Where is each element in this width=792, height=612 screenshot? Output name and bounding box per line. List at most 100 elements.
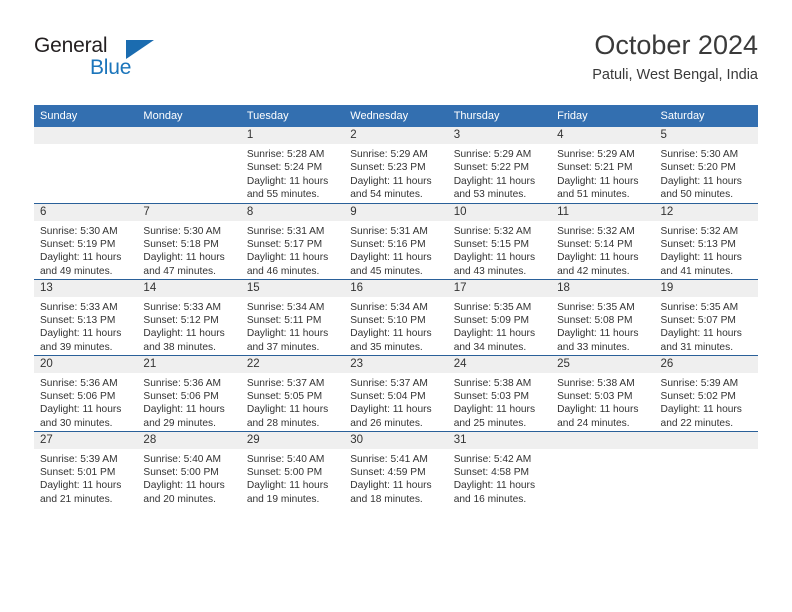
daylight-text-line2: and 50 minutes.	[660, 189, 734, 201]
day-cell-details: Sunrise: 5:42 AM Sunset: 4:58 PM Daylight:…	[448, 449, 551, 507]
daylight-text-line1: Daylight: 11 hours	[350, 480, 432, 492]
calendar-day-cell[interactable]: 12 Sunrise: 5:32 AM Sunset: 5:13 PM Dayligh…	[654, 202, 758, 279]
calendar-day-cell[interactable]: 9 Sunrise: 5:31 AM Sunset: 5:16 PM Daylight…	[344, 202, 448, 279]
daylight-text-line2: and 22 minutes.	[660, 417, 734, 429]
sunrise-text: Sunrise: 5:37 AM	[350, 377, 428, 389]
day-number: 20	[34, 355, 138, 373]
calendar-day-cell[interactable]: 20 Sunrise: 5:36 AM Sunset: 5:06 PM Dayligh…	[34, 354, 138, 431]
calendar-day-cell[interactable]: 18 Sunrise: 5:35 AM Sunset: 5:08 PM Dayligh…	[551, 278, 655, 355]
day-cell-inner: 22 Sunrise: 5:37 AM Sunset: 5:05 PM Dayligh…	[240, 355, 345, 431]
calendar-day-cell[interactable]: 30 Sunrise: 5:41 AM Sunset: 4:59 PM Dayligh…	[344, 430, 448, 507]
sunrise-text: Sunrise: 5:29 AM	[350, 149, 428, 160]
calendar-day-cell[interactable]: 27 Sunrise: 5:39 AM Sunset: 5:01 PM Dayligh…	[34, 430, 138, 507]
daylight-text-line1: Daylight: 11 hours	[246, 480, 329, 492]
calendar-day-cell[interactable]: 2 Sunrise: 5:29 AM Sunset: 5:23 PM Daylight…	[344, 127, 448, 203]
daylight-text-line1: Daylight: 11 hours	[453, 480, 536, 492]
calendar-day-cell[interactable]: 10 Sunrise: 5:32 AM Sunset: 5:15 PM Dayligh…	[447, 202, 552, 279]
sunset-text: Sunset: 5:04 PM	[350, 390, 426, 402]
day-cell-inner	[137, 127, 241, 203]
daylight-text-line2: and 24 minutes.	[557, 417, 630, 429]
daylight-text-line1: Daylight: 11 hours	[453, 252, 536, 264]
sunrise-text: Sunrise: 5:37 AM	[246, 377, 325, 389]
calendar-day-cell[interactable]: 13 Sunrise: 5:33 AM Sunset: 5:13 PM Dayligh…	[34, 278, 138, 355]
brand-logo[interactable]: General Blue	[34, 34, 164, 88]
calendar-day-cell[interactable]: 23 Sunrise: 5:37 AM Sunset: 5:04 PM Dayligh…	[344, 354, 448, 431]
day-cell-inner: 5 Sunrise: 5:30 AM Sunset: 5:20 PM Daylight…	[654, 127, 758, 203]
day-number: 6	[34, 203, 138, 221]
sunset-text: Sunset: 4:59 PM	[350, 466, 426, 478]
calendar-day-cell[interactable]: 8 Sunrise: 5:31 AM Sunset: 5:17 PM Daylight…	[240, 202, 345, 279]
calendar-day-cell[interactable]: 16 Sunrise: 5:34 AM Sunset: 5:10 PM Dayligh…	[344, 278, 448, 355]
day-cell-details: Sunrise: 5:34 AM Sunset: 5:11 PM Daylight:…	[241, 297, 344, 355]
daylight-text-line2: and 53 minutes.	[453, 189, 527, 201]
day-cell-inner: 15 Sunrise: 5:34 AM Sunset: 5:11 PM Dayligh…	[240, 279, 345, 355]
daylight-text-line1: Daylight: 11 hours	[557, 328, 639, 340]
daylight-text-line2: and 29 minutes.	[143, 417, 216, 429]
weekday-header-friday: Friday	[551, 105, 655, 127]
calendar-day-cell[interactable]: 25 Sunrise: 5:38 AM Sunset: 5:03 PM Dayligh…	[551, 354, 655, 431]
day-cell-details: Sunrise: 5:41 AM Sunset: 4:59 PM Daylight:…	[344, 449, 447, 507]
daylight-text-line1: Daylight: 11 hours	[453, 175, 536, 187]
daylight-text-line2: and 19 minutes.	[246, 493, 320, 505]
calendar-day-cell[interactable]: 17 Sunrise: 5:35 AM Sunset: 5:09 PM Dayligh…	[447, 278, 552, 355]
calendar-week-row: 20 Sunrise: 5:36 AM Sunset: 5:06 PM Dayligh…	[34, 354, 758, 431]
day-number: 9	[344, 203, 448, 221]
sunrise-text: Sunrise: 5:29 AM	[557, 149, 635, 160]
day-cell-inner: 12 Sunrise: 5:32 AM Sunset: 5:13 PM Dayligh…	[654, 203, 758, 279]
calendar-day-cell[interactable]: 15 Sunrise: 5:34 AM Sunset: 5:11 PM Dayligh…	[240, 278, 345, 355]
day-number: 27	[34, 431, 138, 449]
day-number: 2	[344, 127, 448, 144]
sunset-text: Sunset: 5:05 PM	[246, 390, 323, 402]
day-number: 23	[344, 355, 448, 373]
day-number: 28	[137, 431, 241, 449]
page-header: General Blue October 2024 Patuli, West B…	[34, 28, 758, 100]
daylight-text-line2: and 25 minutes.	[453, 417, 527, 429]
day-number: 21	[137, 355, 241, 373]
calendar-day-cell[interactable]: 11 Sunrise: 5:32 AM Sunset: 5:14 PM Dayligh…	[551, 202, 655, 279]
day-number: 22	[240, 355, 345, 373]
weekday-header-tuesday: Tuesday	[240, 105, 345, 127]
day-cell-inner: 20 Sunrise: 5:36 AM Sunset: 5:06 PM Dayligh…	[34, 355, 138, 431]
day-cell-details: Sunrise: 5:33 AM Sunset: 5:12 PM Daylight:…	[137, 297, 240, 355]
daylight-text-line2: and 28 minutes.	[246, 417, 320, 429]
weekday-header-thursday: Thursday	[447, 105, 552, 127]
daylight-text-line2: and 37 minutes.	[246, 341, 320, 353]
calendar-day-cell[interactable]: 3 Sunrise: 5:29 AM Sunset: 5:22 PM Daylight…	[447, 127, 552, 203]
calendar-day-cell[interactable]: 28 Sunrise: 5:40 AM Sunset: 5:00 PM Dayligh…	[137, 430, 241, 507]
sunrise-text: Sunrise: 5:40 AM	[143, 453, 222, 465]
calendar-header-row: Sunday Monday Tuesday Wednesday Thursday…	[34, 105, 758, 127]
calendar-day-cell[interactable]: 21 Sunrise: 5:36 AM Sunset: 5:06 PM Dayligh…	[137, 354, 241, 431]
day-cell-details: Sunrise: 5:32 AM Sunset: 5:15 PM Daylight:…	[448, 221, 551, 279]
sunset-text: Sunset: 5:15 PM	[453, 238, 530, 250]
sunset-text: Sunset: 5:02 PM	[660, 390, 736, 402]
calendar-day-cell[interactable]: 31 Sunrise: 5:42 AM Sunset: 4:58 PM Dayligh…	[447, 430, 552, 507]
calendar-day-cell[interactable]: 24 Sunrise: 5:38 AM Sunset: 5:03 PM Dayligh…	[447, 354, 552, 431]
calendar-day-cell[interactable]: 22 Sunrise: 5:37 AM Sunset: 5:05 PM Dayligh…	[240, 354, 345, 431]
day-cell-details: Sunrise: 5:37 AM Sunset: 5:04 PM Daylight:…	[344, 373, 447, 431]
sunset-text: Sunset: 5:11 PM	[246, 314, 322, 326]
daylight-text-line2: and 45 minutes.	[350, 265, 423, 277]
sunrise-text: Sunrise: 5:32 AM	[557, 225, 635, 237]
calendar-day-cell[interactable]: 14 Sunrise: 5:33 AM Sunset: 5:12 PM Dayligh…	[137, 278, 241, 355]
calendar-day-cell[interactable]: 6 Sunrise: 5:30 AM Sunset: 5:19 PM Daylight…	[34, 202, 138, 279]
calendar-day-cell[interactable]: 5 Sunrise: 5:30 AM Sunset: 5:20 PM Daylight…	[654, 127, 758, 203]
calendar-day-cell[interactable]: 26 Sunrise: 5:39 AM Sunset: 5:02 PM Dayligh…	[654, 354, 758, 431]
daylight-text-line2: and 39 minutes.	[40, 341, 113, 353]
calendar-day-cell[interactable]: 1 Sunrise: 5:28 AM Sunset: 5:24 PM Daylight…	[240, 127, 345, 203]
calendar-day-cell[interactable]: 19 Sunrise: 5:35 AM Sunset: 5:07 PM Dayligh…	[654, 278, 758, 355]
weekday-header-wednesday: Wednesday	[344, 105, 448, 127]
daylight-text-line1: Daylight: 11 hours	[453, 404, 536, 416]
calendar-day-cell[interactable]: 29 Sunrise: 5:40 AM Sunset: 5:00 PM Dayligh…	[240, 430, 345, 507]
sunset-text: Sunset: 5:18 PM	[143, 238, 219, 250]
calendar-day-cell[interactable]: 7 Sunrise: 5:30 AM Sunset: 5:18 PM Daylight…	[137, 202, 241, 279]
daylight-text-line2: and 42 minutes.	[557, 265, 630, 277]
day-cell-inner: 17 Sunrise: 5:35 AM Sunset: 5:09 PM Dayligh…	[447, 279, 552, 355]
day-number: 25	[551, 355, 655, 373]
day-cell-inner: 10 Sunrise: 5:32 AM Sunset: 5:15 PM Dayligh…	[447, 203, 552, 279]
sunrise-text: Sunrise: 5:38 AM	[557, 377, 635, 389]
calendar-day-cell[interactable]: 4 Sunrise: 5:29 AM Sunset: 5:21 PM Daylight…	[551, 127, 655, 203]
sunrise-text: Sunrise: 5:30 AM	[40, 225, 118, 237]
title-block: October 2024 Patuli, West Bengal, India	[592, 28, 758, 86]
daylight-text-line2: and 35 minutes.	[350, 341, 423, 353]
daylight-text-line2: and 55 minutes.	[246, 189, 320, 201]
